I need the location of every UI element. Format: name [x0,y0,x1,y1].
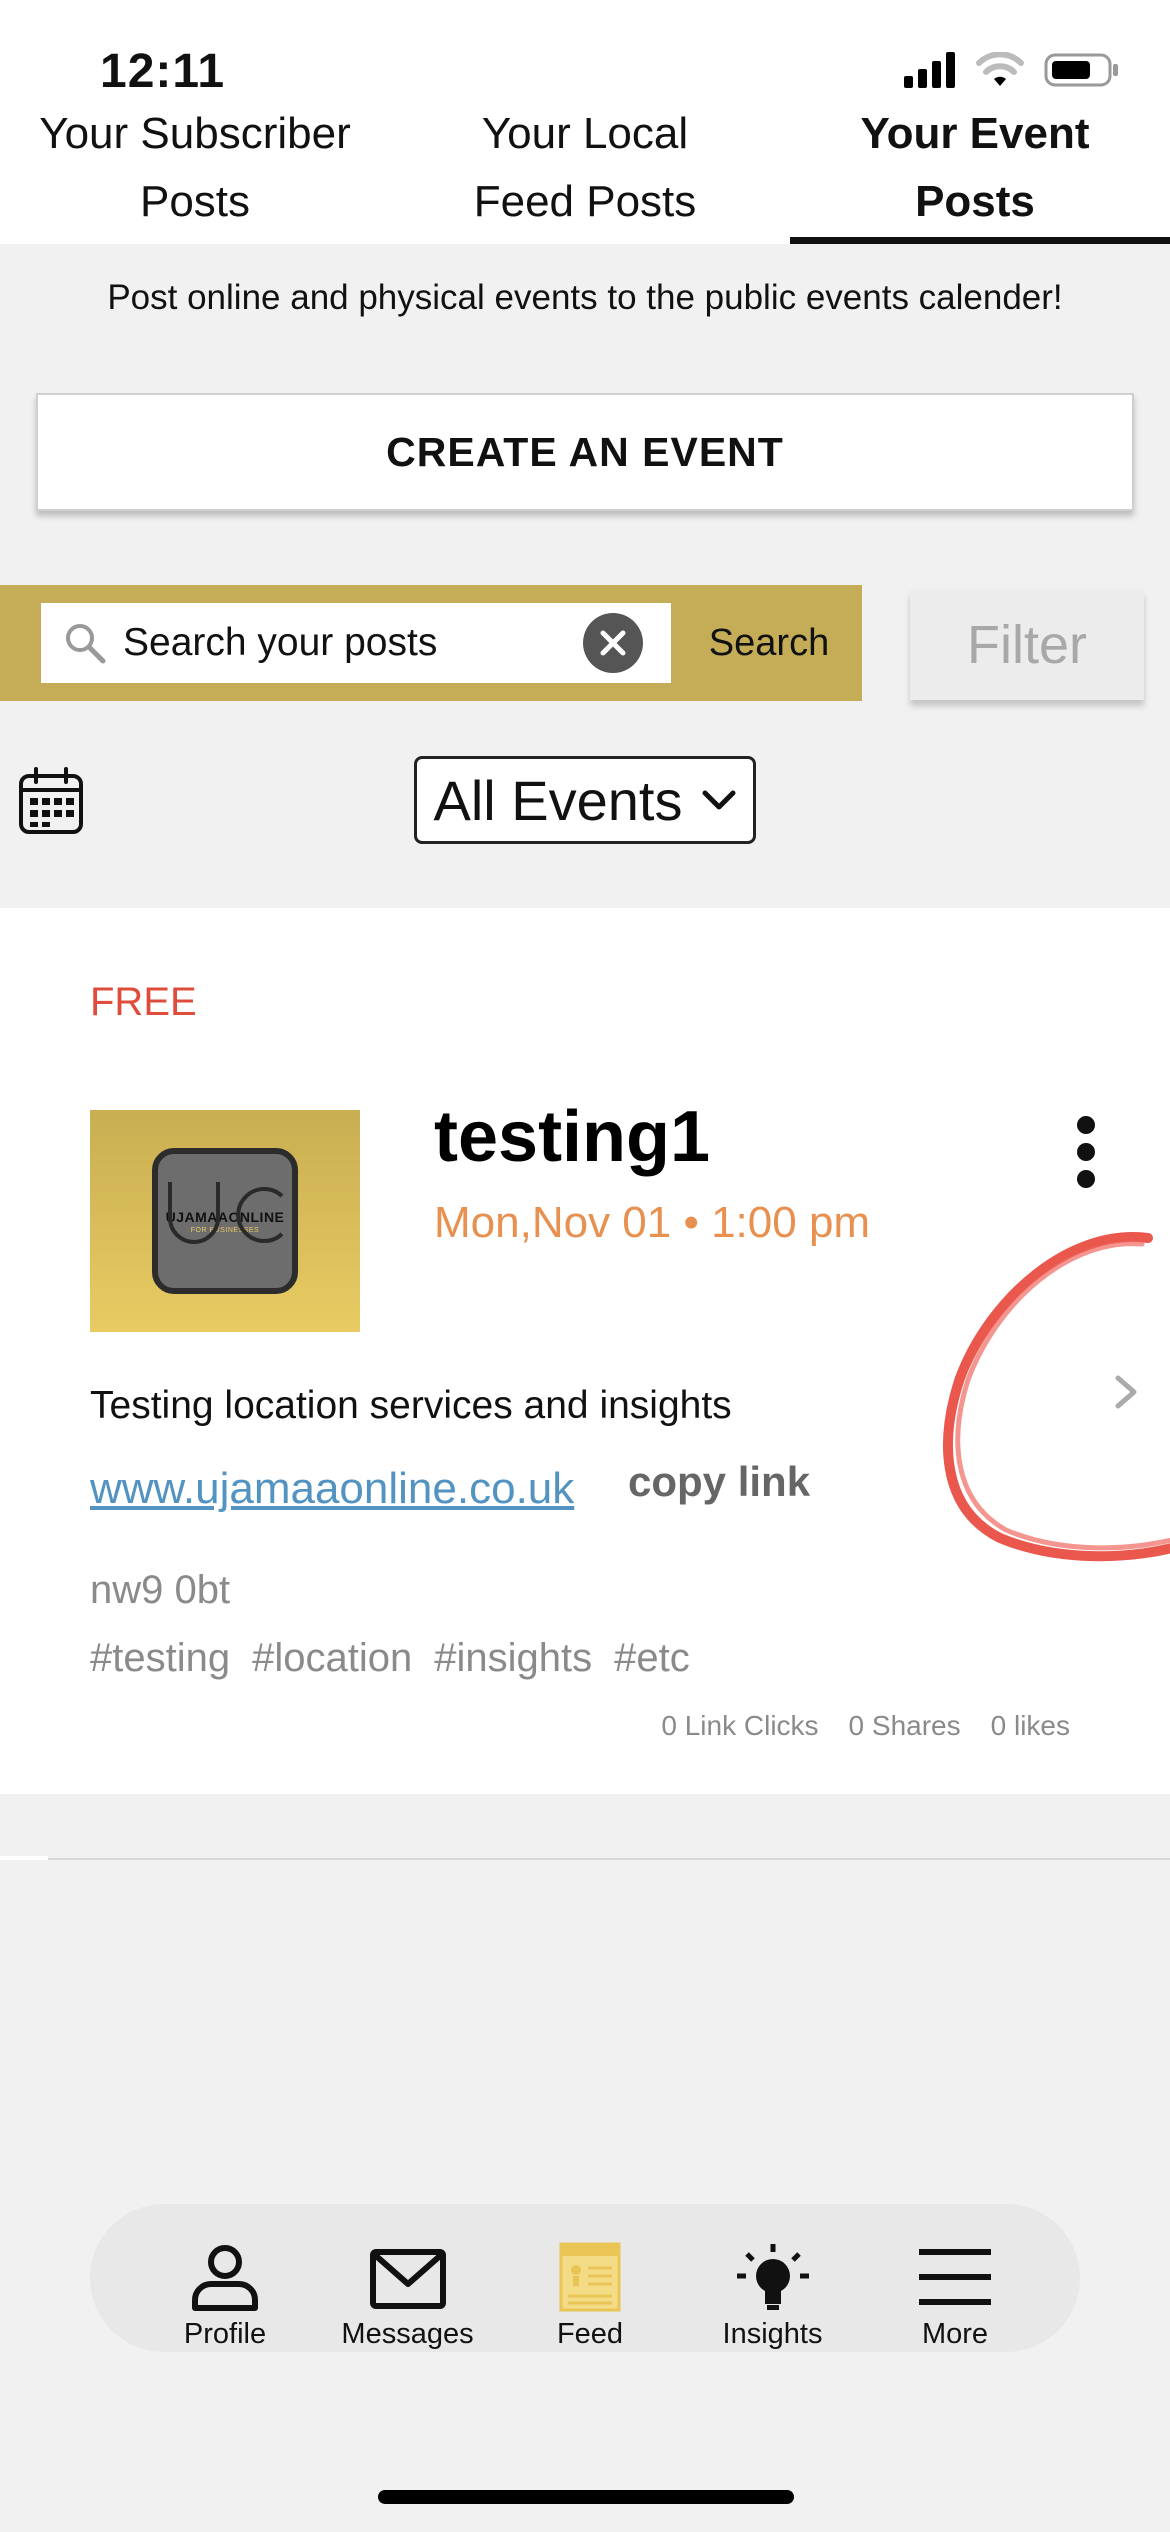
tag[interactable]: #location [252,1636,412,1681]
home-indicator[interactable] [378,2490,794,2504]
chevron-right-icon[interactable] [1110,1352,1150,1432]
calendar-icon[interactable] [18,766,84,836]
price-badge: FREE [90,980,197,1024]
shares-count: 0 Shares [848,1710,961,1741]
search-input[interactable] [123,621,563,665]
tab-label-line2: Feed Posts [473,177,697,226]
nav-feed[interactable]: Feed [515,2204,665,2352]
search-icon [66,624,106,664]
nav-label: More [921,2318,989,2350]
event-image: UJAMAAONLINE FOR BUSINESSES [90,1110,360,1332]
link-clicks-count: 0 Link Clicks [661,1710,819,1741]
nav-label: Insights [722,2318,823,2350]
event-type-dropdown[interactable]: All Events [414,756,756,844]
tab-local-feed-posts[interactable]: Your Local Feed Posts [390,100,780,244]
chevron-down-icon [702,790,735,810]
create-event-button[interactable]: CREATE AN EVENT [36,393,1134,511]
tab-label-line1: Your Local [481,109,689,158]
likes-count: 0 likes [990,1710,1070,1741]
status-bar: 12:11 [0,0,1170,100]
tab-event-posts[interactable]: Your Event Posts [780,100,1170,244]
envelope-icon [369,2249,446,2309]
nav-profile[interactable]: Profile [150,2204,300,2352]
tab-subscriber-posts[interactable]: Your Subscriber Posts [0,100,390,244]
search-box [41,603,671,683]
filter-button[interactable]: Filter [910,590,1144,700]
event-card[interactable]: FREE UJAMAAONLINE FOR BUSINESSES testing… [0,908,1170,1794]
bottom-navigation: Profile Messages Feed Insights More [90,2204,1080,2352]
tab-label-line1: Your Subscriber [39,109,351,158]
tab-label-line2: Posts [139,177,251,226]
event-location: nw9 0bt [90,1568,231,1612]
nav-more[interactable]: More [880,2204,1030,2352]
tab-label-line1: Your Event [860,109,1090,158]
tab-label-line2: Posts [915,177,1035,226]
tag[interactable]: #insights [434,1636,592,1681]
copy-link-button[interactable]: copy link [628,1458,810,1506]
nav-messages[interactable]: Messages [333,2204,483,2352]
post-tabs: Your Subscriber Posts Your Local Feed Po… [0,100,1170,244]
nav-label: Messages [341,2318,474,2350]
search-bar: Search [0,585,862,701]
feed-icon [559,2242,621,2312]
event-date: Mon,Nov 01 • 1:00 pm [434,1198,871,1247]
nav-insights[interactable]: Insights [698,2204,848,2352]
lightbulb-icon [736,2244,809,2310]
status-time: 12:11 [100,45,226,98]
ujamaa-logo: UJAMAAONLINE FOR BUSINESSES [152,1148,298,1294]
event-description: Testing location services and insights [90,1384,732,1427]
event-link[interactable]: www.ujamaaonline.co.uk [90,1464,574,1514]
tag[interactable]: #etc [614,1636,690,1681]
wifi-icon [976,52,1024,86]
event-stats: 0 Link Clicks 0 Shares 0 likes [661,1710,1070,1742]
event-type-selected: All Events [433,768,683,832]
person-icon [192,2245,258,2311]
hamburger-icon [919,2249,991,2305]
search-button[interactable]: Search [684,603,854,683]
events-info-text: Post online and physical events to the p… [107,278,1063,317]
battery-icon [1044,53,1118,87]
tag[interactable]: #testing [90,1636,230,1681]
nav-label: Profile [183,2318,267,2350]
event-tags: #testing #location #insights #etc [90,1636,690,1681]
event-title: testing1 [434,1097,711,1177]
clear-search-button[interactable] [583,613,643,673]
more-options-icon[interactable] [1070,1116,1102,1188]
list-divider-accent [0,1856,48,1860]
signal-icon [904,52,955,88]
close-icon [600,630,626,656]
nav-label: Feed [556,2318,624,2350]
status-icons [904,52,1120,88]
list-divider [0,1858,1170,1860]
